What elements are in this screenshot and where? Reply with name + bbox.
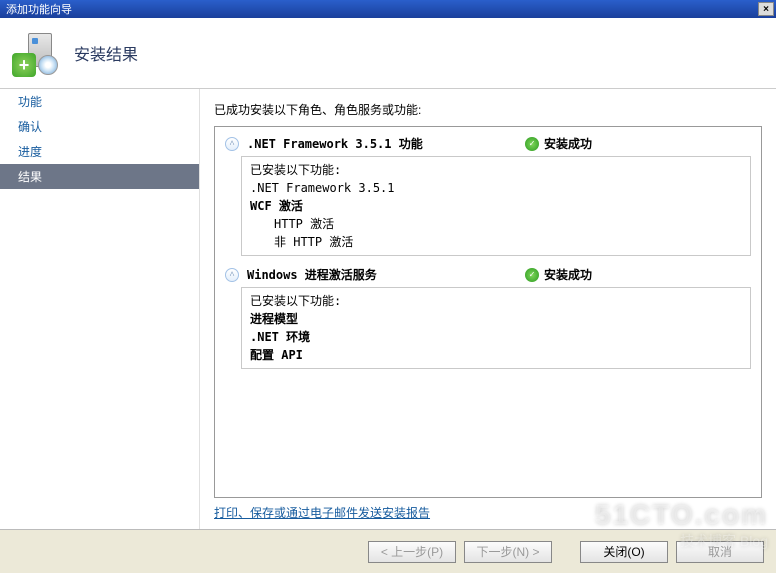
feature-item: .NET 环境 — [250, 328, 742, 346]
wizard-icon: + — [12, 29, 60, 77]
wizard-footer: < 上一步(P) 下一步(N) > 关闭(O) 取消 — [0, 529, 776, 573]
next-button: 下一步(N) > — [464, 541, 552, 563]
wizard-steps-sidebar: 功能 确认 进度 结果 — [0, 89, 200, 529]
feature-item: .NET Framework 3.5.1 — [250, 179, 742, 197]
wizard-header: + 安装结果 — [0, 18, 776, 88]
sidebar-item-confirm[interactable]: 确认 — [0, 114, 199, 139]
plus-icon: + — [12, 53, 36, 77]
body-intro: 已安装以下功能: — [250, 161, 742, 179]
report-link[interactable]: 打印、保存或通过电子邮件发送安装报告 — [214, 506, 430, 520]
result-group-header[interactable]: ˄ .NET Framework 3.5.1 功能 ✓ 安装成功 — [215, 133, 761, 156]
feature-item: 非 HTTP 激活 — [250, 233, 742, 251]
feature-item: 配置 API — [250, 346, 742, 364]
feature-item: 进程模型 — [250, 310, 742, 328]
cancel-button: 取消 — [676, 541, 764, 563]
previous-button: < 上一步(P) — [368, 541, 456, 563]
results-intro: 已成功安装以下角色、角色服务或功能: — [214, 101, 762, 118]
sidebar-item-features[interactable]: 功能 — [0, 89, 199, 114]
result-group-body: 已安装以下功能: .NET Framework 3.5.1 WCF 激活 HTT… — [241, 156, 751, 256]
feature-item: HTTP 激活 — [250, 215, 742, 233]
content-pane: 已成功安装以下角色、角色服务或功能: ˄ .NET Framework 3.5.… — [200, 89, 776, 529]
feature-item: WCF 激活 — [250, 197, 742, 215]
chevron-up-icon[interactable]: ˄ — [225, 137, 239, 151]
status-text: 安装成功 — [544, 266, 592, 283]
status-badge: ✓ 安装成功 — [525, 266, 592, 283]
titlebar: 添加功能向导 × — [0, 0, 776, 18]
result-group-title: Windows 进程激活服务 — [247, 266, 517, 283]
page-title: 安装结果 — [74, 41, 138, 65]
check-icon: ✓ — [525, 137, 539, 151]
close-icon: × — [763, 4, 769, 15]
report-link-row: 打印、保存或通过电子邮件发送安装报告 — [214, 504, 762, 521]
status-badge: ✓ 安装成功 — [525, 135, 592, 152]
result-group-title: .NET Framework 3.5.1 功能 — [247, 135, 517, 152]
window-title: 添加功能向导 — [6, 1, 72, 17]
body-intro: 已安装以下功能: — [250, 292, 742, 310]
check-icon: ✓ — [525, 268, 539, 282]
sidebar-item-results[interactable]: 结果 — [0, 164, 199, 189]
result-group-body: 已安装以下功能: 进程模型 .NET 环境 配置 API — [241, 287, 751, 369]
close-button[interactable]: × — [758, 2, 774, 16]
disc-icon — [38, 55, 58, 75]
status-text: 安装成功 — [544, 135, 592, 152]
close-wizard-button[interactable]: 关闭(O) — [580, 541, 668, 563]
sidebar-item-progress[interactable]: 进度 — [0, 139, 199, 164]
chevron-up-icon[interactable]: ˄ — [225, 268, 239, 282]
result-group-header[interactable]: ˄ Windows 进程激活服务 ✓ 安装成功 — [215, 264, 761, 287]
results-list[interactable]: ˄ .NET Framework 3.5.1 功能 ✓ 安装成功 已安装以下功能… — [214, 126, 762, 498]
